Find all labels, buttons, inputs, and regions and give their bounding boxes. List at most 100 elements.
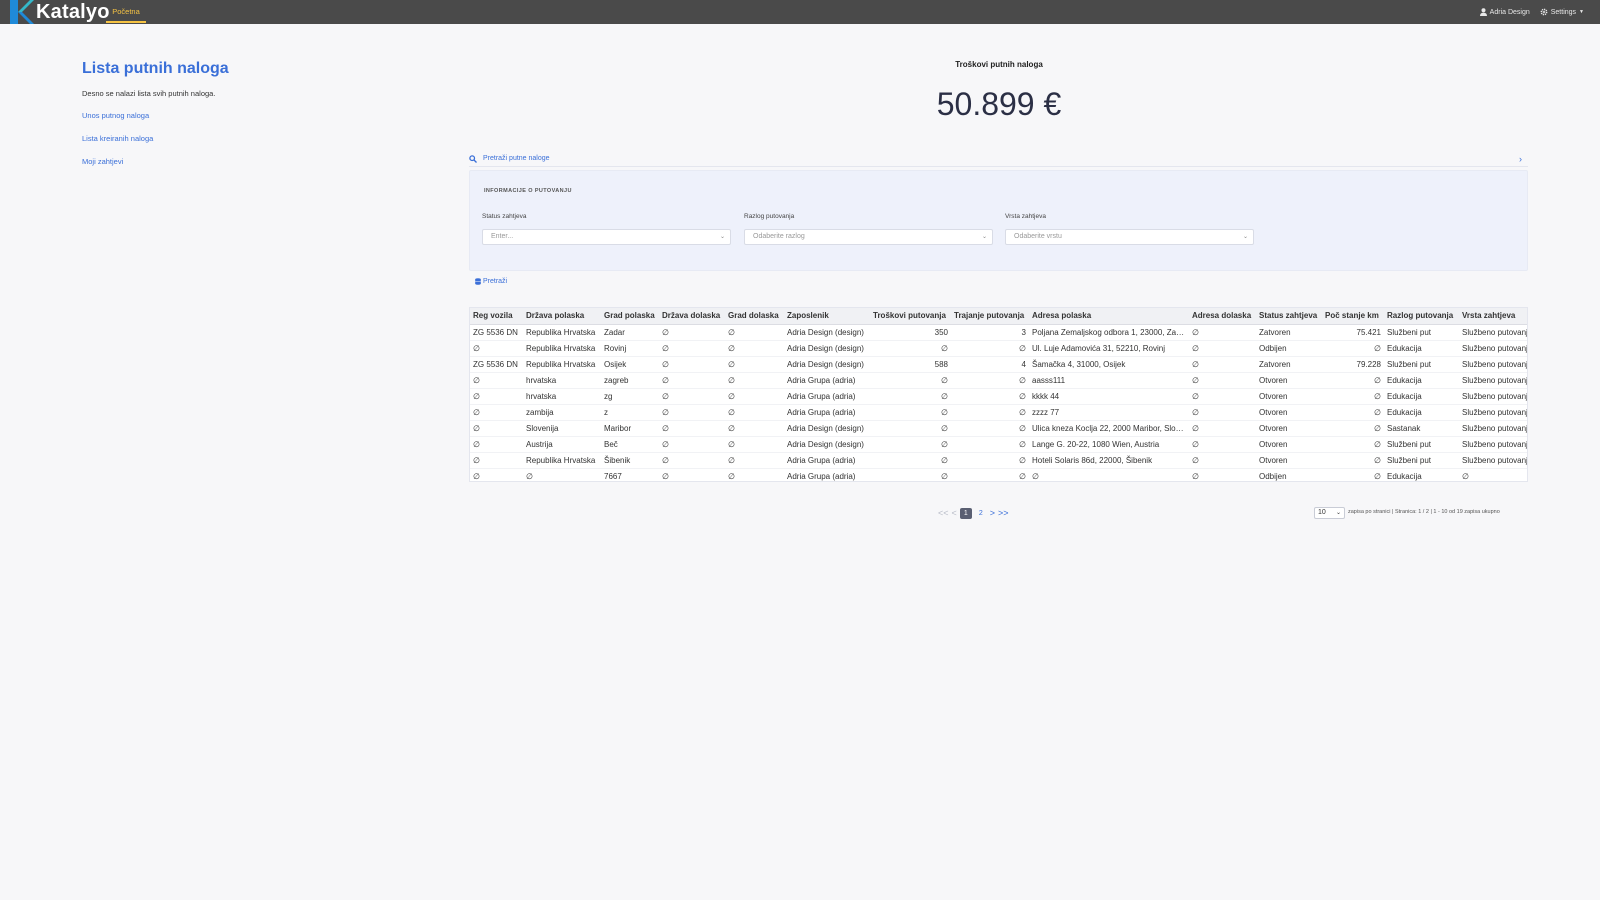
table-row[interactable]: ∅ Austrija Beč ∅ ∅ Adria Design (design) ∅ ∅ Lan… <box>470 436 1527 453</box>
table-cell: ∅ <box>1322 404 1384 421</box>
table-row[interactable]: ZG 5536 DN Republika Hrvatska Zadar ∅ ∅ Adria… <box>470 324 1527 341</box>
table-cell: Adria Grupa (adria) <box>784 404 870 421</box>
table-cell: ∅ <box>1189 388 1256 405</box>
table-row[interactable]: ∅ hrvatska zagreb ∅ ∅ Adria Grupa (adria) ∅ ∅ aa… <box>470 372 1527 389</box>
table-row[interactable]: ∅ hrvatska zg ∅ ∅ Adria Grupa (adria) ∅ ∅ kkkk 4… <box>470 388 1527 405</box>
column-header[interactable]: Poč stanje km <box>1322 308 1384 325</box>
column-header[interactable]: Troškovi putovanja <box>870 308 951 325</box>
table-cell: ∅ <box>725 372 784 389</box>
table-row[interactable]: ∅ Slovenija Maribor ∅ ∅ Adria Design (design)… <box>470 420 1527 437</box>
table-cell: 75.421 <box>1322 324 1384 341</box>
table-cell: Rovinj <box>601 340 659 357</box>
table-cell: ZG 5536 DN <box>470 356 523 373</box>
table-cell: ∅ <box>725 340 784 357</box>
nav-right-group: Adria Design Settings ▼ <box>1479 0 1584 24</box>
column-header[interactable]: Država polaska <box>523 308 601 325</box>
table-cell: aasss111 <box>1029 372 1189 389</box>
column-header[interactable]: Adresa polaska <box>1029 308 1189 325</box>
column-header[interactable]: Vrsta zahtjeva <box>1459 308 1527 325</box>
column-header[interactable]: Grad dolaska <box>725 308 784 325</box>
table-cell: Službeno putovanje <box>1459 340 1527 357</box>
table-cell: ∅ <box>1322 388 1384 405</box>
table-cell: Republika Hrvatska <box>523 324 601 341</box>
brand-name: Katalyo <box>36 1 110 23</box>
nav-item-home[interactable]: Početna <box>106 0 146 24</box>
table-cell: Službeno putovanje <box>1459 388 1527 405</box>
table-cell: Zatvoren <box>1256 356 1322 373</box>
page-size-select[interactable]: 10 ⌄ <box>1314 507 1345 519</box>
stat-value: 50.899 € <box>936 86 1062 122</box>
chevron-down-icon: ⌄ <box>719 234 725 240</box>
table-row[interactable]: ∅ Republika Hrvatska Šibenik ∅ ∅ Adria Grupa … <box>470 452 1527 469</box>
column-header[interactable]: Reg vozila <box>470 308 523 325</box>
table-cell: Adria Grupa (adria) <box>784 388 870 405</box>
chevron-right-icon: › <box>1519 154 1522 164</box>
settings-menu[interactable]: Settings ▼ <box>1540 8 1584 16</box>
gear-icon <box>1540 8 1548 16</box>
link-my-requests[interactable]: Moji zahtjevi <box>82 157 123 166</box>
table-cell: ∅ <box>1322 452 1384 469</box>
type-select[interactable]: Odaberite vrstu ⌄ <box>1005 229 1254 245</box>
prev-page-button[interactable]: < <box>952 508 957 519</box>
table-cell: Adria Design (design) <box>784 356 870 373</box>
table-cell: ∅ <box>1189 404 1256 421</box>
table-cell: ∅ <box>470 420 523 437</box>
status-select[interactable]: Enter... ⌄ <box>482 229 731 245</box>
table-cell: ∅ <box>870 372 951 389</box>
table-cell: 3 <box>951 324 1029 341</box>
table-cell: ∅ <box>1322 468 1384 481</box>
table-cell: hrvatska <box>523 372 601 389</box>
page-button-1[interactable]: 1 <box>959 507 972 519</box>
table-cell: Austrija <box>523 436 601 453</box>
settings-label: Settings <box>1550 8 1577 16</box>
search-toggle[interactable]: Pretraži putne naloge › <box>469 151 1528 167</box>
search-button-label: Pretraži <box>483 278 508 285</box>
next-page-button[interactable]: > <box>990 508 995 519</box>
column-header[interactable]: Grad polaska <box>601 308 659 325</box>
page-description: Desno se nalazi lista svih putnih naloga… <box>82 89 216 98</box>
table-row[interactable]: ∅ ∅ 7667 ∅ ∅ Adria Grupa (adria) ∅ ∅ ∅ ∅ Odbijen ∅ E… <box>470 468 1527 481</box>
table-cell: ∅ <box>725 420 784 437</box>
table-cell: Šamačka 4, 31000, Osijek <box>1029 356 1189 373</box>
link-create-travel-order[interactable]: Unos putnog naloga <box>82 111 149 120</box>
table-cell: 588 <box>870 356 951 373</box>
table-cell: Zadar <box>601 324 659 341</box>
table-cell: ∅ <box>1322 372 1384 389</box>
first-page-button[interactable]: << <box>938 508 949 519</box>
table-cell: Otvoren <box>1256 436 1322 453</box>
table-cell: ∅ <box>1189 468 1256 481</box>
column-header[interactable]: Zaposlenik <box>784 308 870 325</box>
column-header[interactable]: Trajanje putovanja <box>951 308 1029 325</box>
table-cell: Edukacija <box>1384 340 1459 357</box>
table-cell: Edukacija <box>1384 404 1459 421</box>
table-cell: 7667 <box>601 468 659 481</box>
table-row[interactable]: ∅ zambija z ∅ ∅ Adria Grupa (adria) ∅ ∅ zzzz 77 ∅… <box>470 404 1527 421</box>
reason-select[interactable]: Odaberite razlog ⌄ <box>744 229 993 245</box>
search-button[interactable]: Pretraži <box>475 278 507 285</box>
table-cell: Službeno putovanje <box>1459 436 1527 453</box>
travel-orders-table: Reg vozila Država polaska Grad polaska D… <box>469 307 1528 482</box>
column-header[interactable]: Adresa dolaska <box>1189 308 1256 325</box>
column-header[interactable]: Država dolaska <box>659 308 725 325</box>
page-button-2[interactable]: 2 <box>975 508 987 519</box>
table-row[interactable]: ∅ Republika Hrvatska Rovinj ∅ ∅ Adria Design … <box>470 340 1527 357</box>
table-cell: ∅ <box>951 420 1029 437</box>
table-cell: ∅ <box>659 340 725 357</box>
caret-down-icon: ▼ <box>1579 9 1584 15</box>
table-cell: ∅ <box>870 436 951 453</box>
filter-label-reason: Razlog putovanja <box>744 213 795 220</box>
chevron-down-icon: ⌄ <box>1242 234 1248 240</box>
stat-title: Troškovi putnih naloga <box>955 60 1043 69</box>
column-header[interactable]: Status zahtjeva <box>1256 308 1322 325</box>
table-cell: kkkk 44 <box>1029 388 1189 405</box>
table-row[interactable]: ZG 5536 DN Republika Hrvatska Osijek ∅ ∅ Adri… <box>470 356 1527 373</box>
link-created-orders[interactable]: Lista kreiranih naloga <box>82 134 153 143</box>
table-cell: ∅ <box>1189 436 1256 453</box>
table-cell: ∅ <box>470 372 523 389</box>
table-cell: ∅ <box>659 404 725 421</box>
column-header[interactable]: Razlog putovanja <box>1384 308 1459 325</box>
last-page-button[interactable]: >> <box>998 508 1009 519</box>
user-menu[interactable]: Adria Design <box>1479 8 1530 16</box>
brand-logo[interactable]: Katalyo <box>8 0 110 24</box>
table-cell: ∅ <box>1189 324 1256 341</box>
